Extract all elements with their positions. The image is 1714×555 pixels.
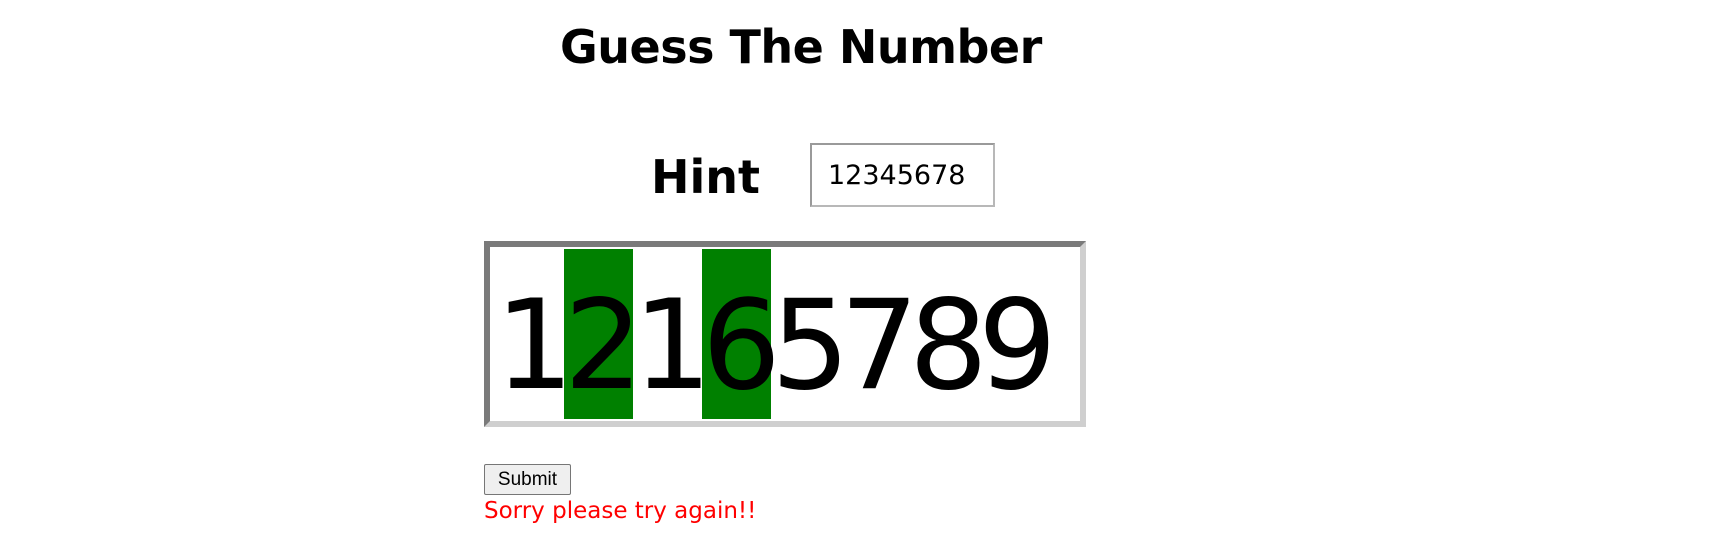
guess-digit: 2 — [564, 249, 643, 419]
guess-digit: 7 — [840, 274, 919, 418]
guess-digit: 1 — [495, 274, 574, 418]
submit-button[interactable]: Submit — [484, 464, 571, 495]
guess-digit: 8 — [909, 274, 988, 418]
guess-digits: 1 2 1 6 5 7 8 9 — [495, 249, 1057, 419]
guess-digit: 5 — [771, 274, 850, 418]
guess-display[interactable]: 1 2 1 6 5 7 8 9 — [484, 241, 1086, 427]
hint-label: Hint — [651, 150, 761, 204]
page-title: Guess The Number — [560, 20, 1042, 74]
hint-input[interactable] — [810, 143, 995, 207]
guess-digit: 6 — [702, 249, 781, 419]
guess-digit: 1 — [633, 274, 712, 418]
guess-digit: 9 — [978, 274, 1057, 418]
result-message: Sorry please try again!! — [484, 498, 757, 524]
page: Guess The Number Hint 1 2 1 6 5 7 8 9 Su… — [0, 0, 1714, 555]
